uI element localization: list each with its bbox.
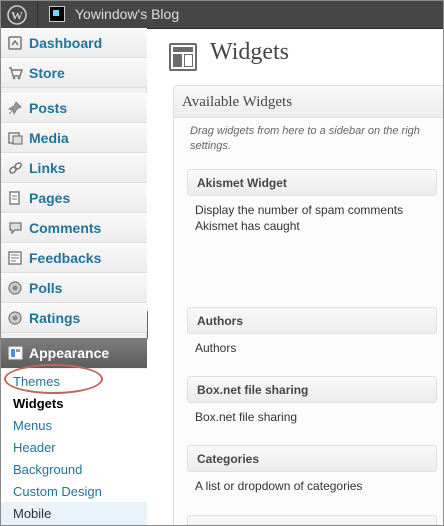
ratings-icon (7, 310, 23, 326)
panel-title: Available Widgets (182, 94, 293, 110)
admin-bar-divider (37, 1, 38, 29)
widget-title: Akismet Widget (197, 176, 287, 190)
sidebar-item-pages[interactable]: Pages (1, 183, 147, 213)
submenu-item-menus[interactable]: Menus (13, 418, 52, 433)
admin-bar: W Yowindow's Blog (1, 1, 443, 29)
widget-box-net[interactable]: Box.net file sharing (187, 376, 437, 403)
widget-authors[interactable]: Authors (187, 307, 437, 334)
widget-description: A list or dropdown of categories (195, 479, 363, 493)
submenu-item-widgets[interactable]: Widgets (13, 396, 63, 411)
sidebar-item-media[interactable]: Media (1, 123, 147, 153)
widget-title: Categories (197, 452, 260, 466)
widget-description: Authors (195, 341, 237, 355)
available-widgets-panel: Available Widgets Drag widgets from here… (173, 85, 443, 525)
cart-icon (7, 65, 23, 81)
sidebar-item-label: Comments (29, 220, 102, 236)
sidebar-item-store[interactable]: Store (1, 58, 147, 88)
highlight-circle (4, 364, 103, 394)
submenu-item-mobile[interactable]: Mobile (1, 502, 147, 525)
sidebar-item-label: Store (29, 65, 65, 81)
sidebar-item-label: Feedbacks (29, 250, 102, 266)
svg-text:W: W (11, 9, 23, 23)
submenu-item-background[interactable]: Background (13, 462, 82, 477)
site-name[interactable]: Yowindow's Blog (75, 6, 179, 22)
sidebar-item-ratings[interactable]: Ratings (1, 303, 147, 333)
sidebar-item-appearance[interactable]: Appearance (1, 338, 147, 368)
widget-title: Authors (197, 314, 243, 328)
submenu-item-custom-design[interactable]: Custom Design (13, 484, 102, 499)
submenu-item-label: Mobile (13, 506, 52, 521)
sidebar-item-posts[interactable]: Posts (1, 93, 147, 123)
wordpress-logo-icon[interactable]: W (5, 4, 29, 26)
appearance-icon (7, 345, 23, 361)
sidebar-item-label: Media (29, 130, 69, 146)
sidebar-item-label: Pages (29, 190, 71, 206)
page-title: Widgets (210, 39, 290, 65)
widget-next[interactable] (187, 515, 437, 525)
media-icon (7, 130, 23, 146)
sidebar-item-label: Ratings (29, 310, 81, 326)
widget-title: Box.net file sharing (197, 383, 309, 397)
admin-sidebar: Dashboard Store Posts Media Links Pages … (1, 28, 147, 525)
sidebar-item-feedbacks[interactable]: Feedbacks (1, 243, 147, 273)
widget-description: Display the number of spam comments Akis… (195, 203, 404, 233)
polls-icon (7, 280, 23, 296)
pin-icon (7, 100, 23, 116)
comments-icon (7, 220, 23, 236)
dashboard-icon (7, 35, 23, 51)
panel-description: Drag widgets from here to a sidebar on t… (190, 125, 420, 152)
submenu-item-header[interactable]: Header (13, 440, 56, 455)
panel-header[interactable]: Available Widgets (174, 86, 443, 118)
site-icon (49, 6, 65, 22)
main-content: Widgets Available Widgets Drag widgets f… (148, 29, 443, 525)
sidebar-item-label: Polls (29, 280, 63, 296)
widgets-icon (169, 43, 197, 71)
sidebar-item-label: Links (29, 160, 66, 176)
pages-icon (7, 190, 23, 206)
sidebar-item-links[interactable]: Links (1, 153, 147, 183)
sidebar-item-polls[interactable]: Polls (1, 273, 147, 303)
browser-frame: W Yowindow's Blog Dashboard Store Posts … (0, 0, 444, 526)
sidebar-item-comments[interactable]: Comments (1, 213, 147, 243)
sidebar-item-label: Appearance (29, 345, 110, 361)
widget-akismet[interactable]: Akismet Widget (187, 169, 437, 196)
feedback-icon (7, 250, 23, 266)
sidebar-item-label: Posts (29, 100, 68, 116)
sidebar-item-dashboard[interactable]: Dashboard (1, 28, 147, 58)
sidebar-item-label: Dashboard (29, 35, 103, 51)
link-icon (7, 160, 23, 176)
widget-categories[interactable]: Categories (187, 445, 437, 472)
widget-description: Box.net file sharing (195, 410, 298, 424)
